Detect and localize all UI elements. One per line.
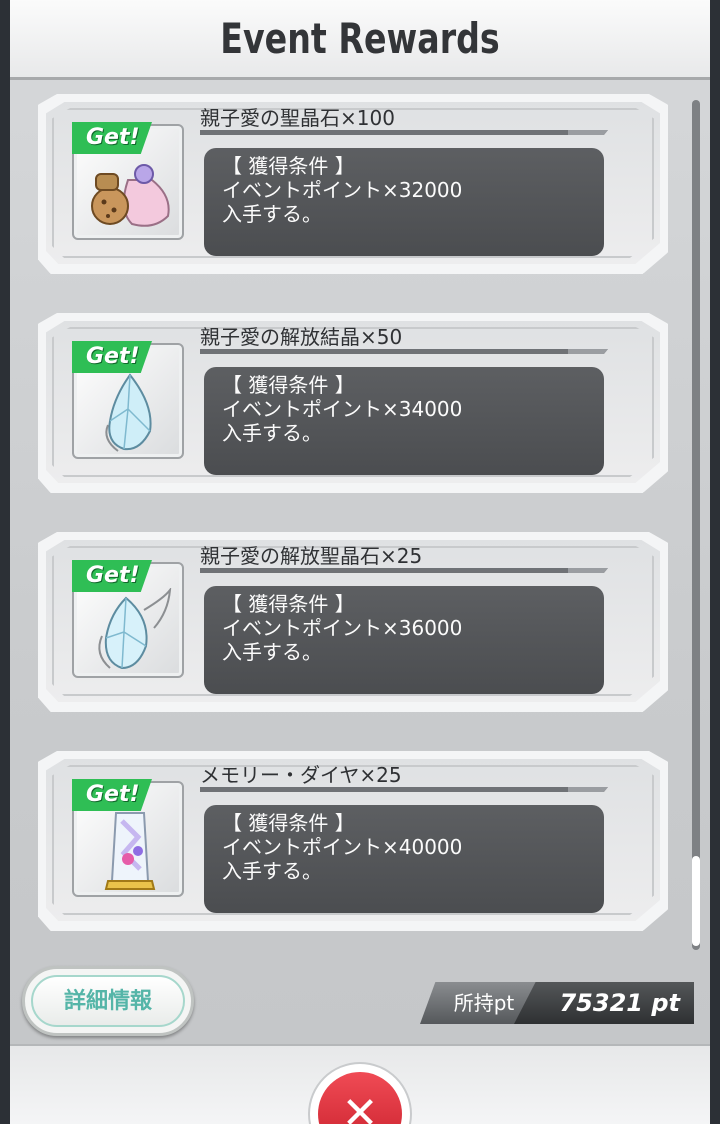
item-name: 親子愛の解放結晶×50 [200, 325, 403, 349]
get-badge: Get! [72, 122, 152, 154]
close-icon: ✕ [318, 1072, 402, 1124]
item-thumbnail[interactable]: Get! [72, 560, 184, 678]
memory-diamond-icon [104, 812, 156, 890]
divider [200, 568, 608, 573]
reward-list[interactable]: Get! 親子愛の聖晶石×100 【 獲得条件 】 イベントポイント×32000… [0, 0, 720, 950]
gem-bag-icon [91, 164, 170, 227]
condition-line: イベントポイント×36000 [222, 616, 463, 640]
reward-card[interactable]: Get! メモリー・ダイヤ×25 【 獲得条件 】 イベントポイント×40000… [38, 751, 668, 931]
divider [200, 130, 608, 135]
item-thumbnail[interactable]: Get! [72, 341, 184, 459]
item-name: 親子愛の聖晶石×100 [200, 106, 395, 130]
condition-line: イベントポイント×40000 [222, 835, 463, 859]
reward-card[interactable]: Get! 親子愛の解放聖晶石×25 【 獲得条件 】 イベントポイント×3600… [38, 532, 668, 712]
get-badge: Get! [72, 779, 152, 811]
divider [200, 787, 608, 792]
condition-tail: 入手する。 [222, 859, 322, 883]
condition-tail: 入手する。 [222, 202, 322, 226]
item-thumbnail[interactable]: Get! [72, 122, 184, 240]
condition-box: 【 獲得条件 】 イベントポイント×32000 入手する。 [204, 148, 604, 256]
item-name: 親子愛の解放聖晶石×25 [200, 544, 423, 568]
condition-title: 【 獲得条件 】 [222, 373, 355, 397]
scrollbar[interactable] [692, 100, 700, 950]
divider [200, 349, 608, 354]
condition-box: 【 獲得条件 】 イベントポイント×40000 入手する。 [204, 805, 604, 913]
crystal-icon [105, 373, 152, 452]
condition-title: 【 獲得条件 】 [222, 811, 355, 835]
condition-box: 【 獲得条件 】 イベントポイント×34000 入手する。 [204, 367, 604, 475]
reward-card[interactable]: Get! 親子愛の解放結晶×50 【 獲得条件 】 イベントポイント×34000… [38, 313, 668, 493]
condition-title: 【 獲得条件 】 [222, 592, 355, 616]
points-value: 75321 pt [514, 982, 694, 1024]
detail-info-label: 詳細情報 [31, 975, 185, 1027]
get-badge: Get! [72, 560, 152, 592]
scroll-thumb[interactable] [692, 856, 700, 946]
condition-line: イベントポイント×32000 [222, 178, 463, 202]
reward-card[interactable]: Get! 親子愛の聖晶石×100 【 獲得条件 】 イベントポイント×32000… [38, 94, 668, 274]
winged-crystal-icon [98, 588, 172, 670]
condition-tail: 入手する。 [222, 421, 322, 445]
item-name: メモリー・ダイヤ×25 [200, 763, 402, 787]
condition-box: 【 獲得条件 】 イベントポイント×36000 入手する。 [204, 586, 604, 694]
condition-title: 【 獲得条件 】 [222, 154, 355, 178]
detail-info-button[interactable]: 詳細情報 [22, 966, 194, 1036]
condition-tail: 入手する。 [222, 640, 322, 664]
condition-line: イベントポイント×34000 [222, 397, 463, 421]
get-badge: Get! [72, 341, 152, 373]
item-thumbnail[interactable]: Get! [72, 779, 184, 897]
